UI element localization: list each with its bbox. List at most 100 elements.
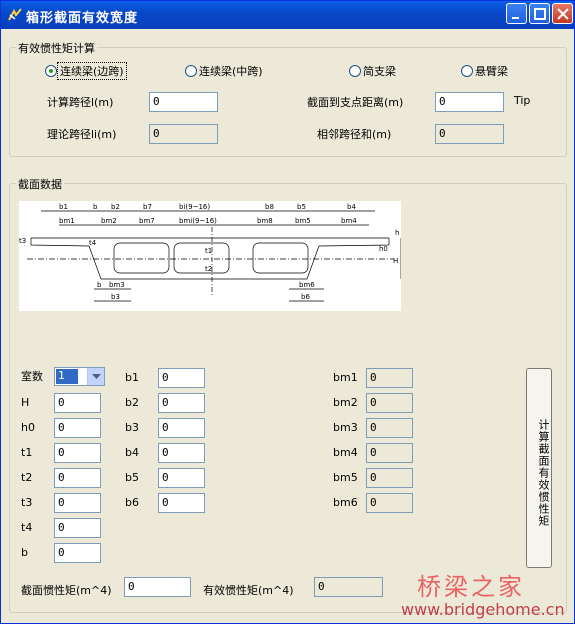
close-button[interactable] <box>552 3 573 24</box>
bm4-output: 0 <box>366 443 413 463</box>
chevron-down-icon <box>92 374 101 379</box>
diagram-label-bm7: bm7 <box>139 217 155 225</box>
cells-select[interactable]: 1 <box>54 367 105 386</box>
inertia-label: 截面惯性矩(m^4) <box>21 584 112 597</box>
t3-label: t3 <box>21 496 33 509</box>
t2-input[interactable]: 0 <box>54 468 101 488</box>
diagram-label-b3: b3 <box>111 293 120 301</box>
h0-input[interactable]: 0 <box>54 418 101 438</box>
diagram-label-bm3: bm3 <box>109 281 125 289</box>
b2-label: b2 <box>125 396 139 409</box>
diagram-label-bmi: bmi(9~16) <box>179 217 217 225</box>
calc-button-label: 计算截面有效惯性矩 <box>537 419 550 527</box>
section-diagram: b1 b b2 b7 bi(9~16) b8 b5 b4 bm1 bm2 bm7… <box>19 201 401 311</box>
diagram-label-bm1: bm1 <box>59 217 75 225</box>
t3-input[interactable]: 0 <box>54 493 101 513</box>
t1-label: t1 <box>21 446 33 459</box>
minimize-button[interactable] <box>506 3 527 24</box>
t1-input[interactable]: 0 <box>54 443 101 463</box>
diagram-label-bi: bi(9~16) <box>179 203 210 211</box>
b4-label: b4 <box>125 446 139 459</box>
b5-label: b5 <box>125 471 139 484</box>
tip-label: Tip <box>514 94 531 107</box>
H-input[interactable]: 0 <box>54 393 101 413</box>
adjacent-span-output: 0 <box>435 124 504 144</box>
b3-input[interactable]: 0 <box>158 418 205 438</box>
inertia-input[interactable]: 0 <box>124 577 191 597</box>
diagram-label-bottom-b: b <box>97 281 102 289</box>
diagram-label-b1: b1 <box>59 203 68 211</box>
calc-effective-inertia-button[interactable]: 计算截面有效惯性矩 <box>526 368 552 568</box>
diagram-label-b8: b8 <box>265 203 274 211</box>
radio-continuous-end[interactable] <box>45 65 57 77</box>
theory-span-label: 理论跨径li(m) <box>47 128 117 141</box>
maximize-icon <box>534 8 546 20</box>
radio-cantilever[interactable] <box>461 65 473 77</box>
diagram-label-t1: t1 <box>205 247 212 255</box>
span-label: 计算跨径l(m) <box>47 96 114 109</box>
radio-continuous-mid[interactable] <box>185 65 197 77</box>
adjacent-span-label: 相邻跨径和(m) <box>317 128 392 141</box>
b6-label: b6 <box>125 496 139 509</box>
bm2-output: 0 <box>366 393 413 413</box>
cells-select-value: 1 <box>56 369 78 384</box>
dropdown-button[interactable] <box>87 368 104 385</box>
section-data-group-label: 截面数据 <box>16 176 64 192</box>
span-input[interactable]: 0 <box>149 92 218 112</box>
inertia-calc-group-label: 有效惯性矩计算 <box>16 40 97 56</box>
diagram-label-b4: b4 <box>347 203 356 211</box>
t2-label: t2 <box>21 471 33 484</box>
b1-label: b1 <box>125 371 139 384</box>
t4-input[interactable]: 0 <box>54 518 101 538</box>
app-icon <box>8 8 22 21</box>
b-input[interactable]: 0 <box>54 543 101 563</box>
b2-input[interactable]: 0 <box>158 393 205 413</box>
bm6-label: bm6 <box>333 496 358 509</box>
support-distance-input[interactable]: 0 <box>435 92 504 112</box>
watermark-cn: 桥梁之家 <box>417 573 525 601</box>
radio-cantilever-label[interactable]: 悬臂梁 <box>475 63 508 79</box>
h0-label: h0 <box>21 421 35 434</box>
bm5-output: 0 <box>366 468 413 488</box>
effective-inertia-output: 0 <box>314 577 383 597</box>
cells-label: 室数 <box>21 370 43 383</box>
b5-input[interactable]: 0 <box>158 468 205 488</box>
close-icon <box>557 8 569 20</box>
bm4-label: bm4 <box>333 446 358 459</box>
diagram-label-t4: t4 <box>89 239 97 247</box>
bm5-label: bm5 <box>333 471 358 484</box>
diagram-label-b7: b7 <box>143 203 152 211</box>
radio-continuous-end-label[interactable]: 连续梁(边跨) <box>57 62 127 80</box>
diagram-label-H: H <box>393 257 398 265</box>
radio-simple[interactable] <box>349 65 361 77</box>
diagram-label-b2: b2 <box>111 203 120 211</box>
t4-label: t4 <box>21 521 33 534</box>
diagram-label-b: b <box>93 203 98 211</box>
diagram-label-bm8: bm8 <box>257 217 273 225</box>
app-window: 箱形截面有效宽度 有效惯性矩计算 连续梁(边跨) 连续梁(中跨) 简支梁 悬臂梁… <box>0 0 575 624</box>
diagram-label-b5: b5 <box>297 203 306 211</box>
diagram-label-t3: t3 <box>19 237 26 245</box>
b4-input[interactable]: 0 <box>158 443 205 463</box>
bm3-label: bm3 <box>333 421 358 434</box>
b3-label: b3 <box>125 421 139 434</box>
maximize-button[interactable] <box>529 3 550 24</box>
b6-input[interactable]: 0 <box>158 493 205 513</box>
bm1-label: bm1 <box>333 371 358 384</box>
title-bar[interactable]: 箱形截面有效宽度 <box>1 1 574 29</box>
bm6-output: 0 <box>366 493 413 513</box>
diagram-label-bm6: bm6 <box>299 281 315 289</box>
radio-continuous-mid-label[interactable]: 连续梁(中跨) <box>199 63 263 79</box>
diagram-label-bm4: bm4 <box>341 217 357 225</box>
theory-span-output: 0 <box>149 124 218 144</box>
bm2-label: bm2 <box>333 396 358 409</box>
window-title: 箱形截面有效宽度 <box>26 11 139 26</box>
bm1-output: 0 <box>366 368 413 388</box>
bm3-output: 0 <box>366 418 413 438</box>
radio-simple-label[interactable]: 简支梁 <box>363 63 396 79</box>
diagram-label-h: h <box>395 229 399 237</box>
watermark-logo: 桥梁之家 www.bridgehome.cn <box>397 567 567 621</box>
b1-input[interactable]: 0 <box>158 368 205 388</box>
diagram-label-bm2: bm2 <box>101 217 117 225</box>
watermark-en: www.bridgehome.cn <box>401 600 565 619</box>
